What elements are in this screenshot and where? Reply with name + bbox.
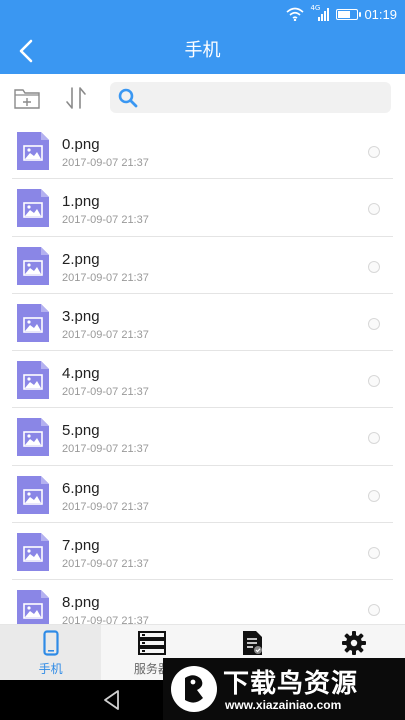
server-icon	[137, 631, 166, 655]
file-name: 5.png	[62, 422, 100, 440]
file-date: 2017-09-07 21:37	[62, 500, 149, 513]
select-radio[interactable]	[368, 432, 380, 445]
image-file-icon	[17, 132, 49, 170]
watermark-url: www.xiazainiao.com	[225, 698, 342, 712]
file-list: 0.png 2017-09-07 21:37 1.png 2017-09-07 …	[0, 122, 405, 624]
file-date: 2017-09-07 21:37	[62, 271, 149, 284]
list-item[interactable]: 2.png 2017-09-07 21:37	[0, 237, 405, 295]
list-item[interactable]: 3.png 2017-09-07 21:37	[0, 294, 405, 352]
new-folder-icon	[14, 89, 40, 109]
watermark-logo	[171, 666, 217, 712]
image-file-icon	[17, 590, 49, 624]
watermark: 下载鸟资源 www.xiazainiao.com	[163, 658, 405, 720]
app-bar: 手机	[0, 28, 405, 74]
file-name: 3.png	[62, 307, 100, 325]
list-item[interactable]: 5.png 2017-09-07 21:37	[0, 408, 405, 467]
phone-icon	[43, 630, 59, 656]
cellular-signal: 4G	[310, 4, 330, 21]
tab-phone[interactable]: 手机	[0, 625, 102, 680]
wifi-icon	[286, 7, 304, 21]
list-item[interactable]: 0.png 2017-09-07 21:37	[0, 122, 405, 180]
list-item[interactable]: 7.png 2017-09-07 21:37	[0, 523, 405, 581]
status-bar: 4G 01:19	[0, 0, 405, 28]
select-radio[interactable]	[368, 317, 380, 330]
watermark-title: 下载鸟资源	[223, 669, 359, 699]
new-folder-button[interactable]	[12, 84, 42, 112]
battery-icon	[336, 8, 362, 20]
select-radio[interactable]	[368, 375, 380, 388]
back-button[interactable]	[8, 28, 44, 74]
status-icons: 4G 01:19	[286, 0, 397, 28]
document-icon	[243, 631, 263, 655]
file-name: 7.png	[62, 537, 100, 555]
image-file-icon	[17, 303, 49, 342]
search-icon	[118, 88, 138, 108]
select-radio[interactable]	[368, 146, 380, 158]
file-date: 2017-09-07 21:37	[62, 386, 149, 399]
list-item[interactable]: 8.png 2017-09-07 21:37	[0, 580, 405, 624]
file-name: 1.png	[62, 193, 100, 211]
image-file-icon	[17, 361, 49, 400]
file-name: 4.png	[62, 365, 100, 383]
toolbar	[0, 74, 405, 122]
select-radio[interactable]	[368, 203, 380, 216]
sort-button[interactable]	[61, 84, 91, 112]
select-radio[interactable]	[368, 604, 380, 617]
file-date: 2017-09-07 21:37	[62, 157, 149, 169]
file-name: 6.png	[62, 479, 100, 497]
file-name: 2.png	[62, 250, 100, 268]
image-file-icon	[17, 475, 49, 514]
status-time: 01:19	[364, 6, 397, 22]
file-name: 8.png	[62, 594, 100, 612]
file-date: 2017-09-07 21:37	[62, 328, 149, 341]
list-item[interactable]: 4.png 2017-09-07 21:37	[0, 351, 405, 409]
gear-icon	[342, 631, 367, 655]
chevron-left-icon	[19, 39, 33, 63]
page-title: 手机	[184, 40, 221, 61]
image-file-icon	[17, 418, 49, 457]
file-date: 2017-09-07 21:37	[62, 443, 149, 456]
select-radio[interactable]	[368, 260, 380, 273]
file-date: 2017-09-07 21:37	[62, 214, 149, 227]
tab-label: 手机	[38, 662, 63, 676]
image-file-icon	[17, 533, 49, 572]
select-radio[interactable]	[368, 489, 380, 502]
file-name: 0.png	[62, 136, 100, 153]
sort-icon	[66, 87, 86, 109]
search-box[interactable]	[110, 82, 391, 113]
file-date: 2017-09-07 21:37	[62, 615, 149, 624]
image-file-icon	[17, 189, 49, 228]
list-item[interactable]: 1.png 2017-09-07 21:37	[0, 179, 405, 237]
select-radio[interactable]	[368, 547, 380, 560]
search-input[interactable]	[144, 82, 385, 113]
signal-icon	[318, 8, 330, 21]
nav-back-icon[interactable]	[100, 688, 124, 712]
image-file-icon	[17, 246, 49, 285]
list-item[interactable]: 6.png 2017-09-07 21:37	[0, 466, 405, 524]
file-date: 2017-09-07 21:37	[62, 558, 149, 571]
